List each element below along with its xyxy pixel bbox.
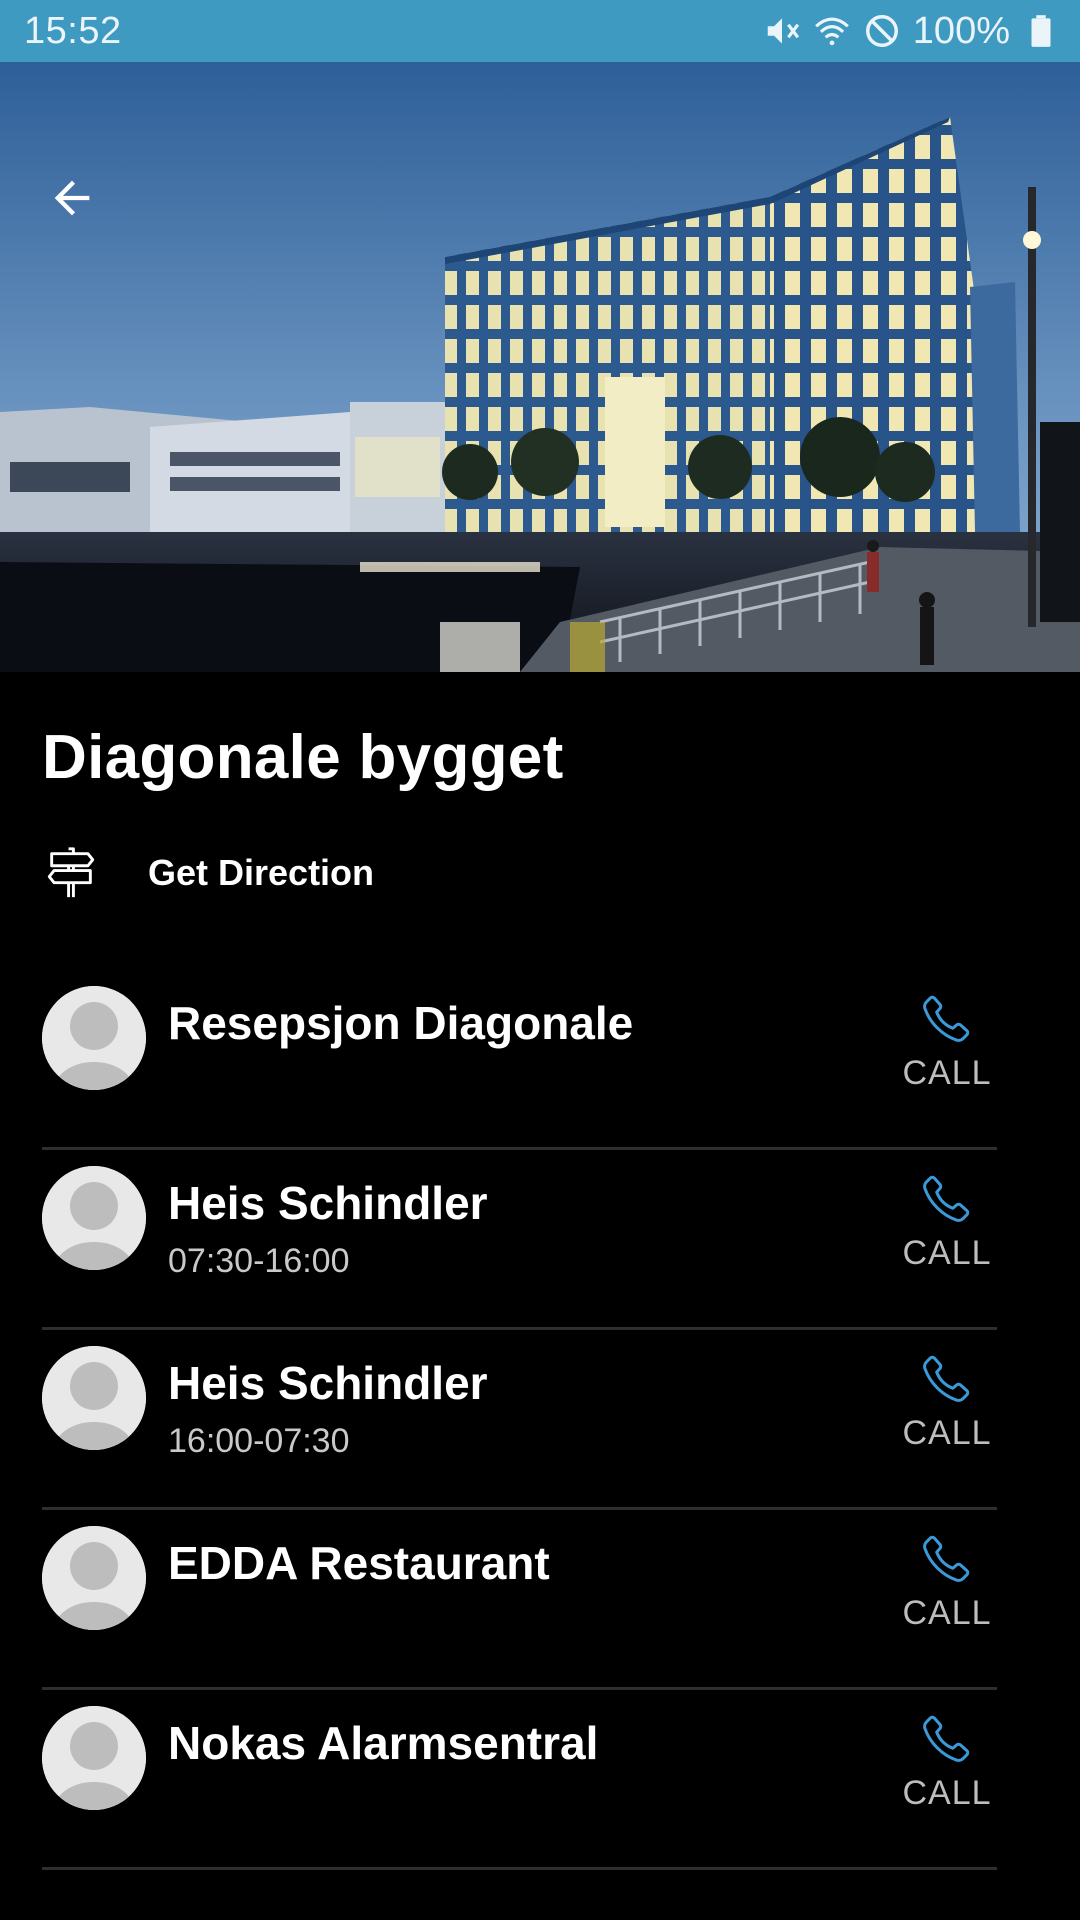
call-button[interactable]: CALL	[897, 1710, 997, 1820]
avatar	[42, 986, 146, 1090]
call-button[interactable]: CALL	[897, 990, 997, 1100]
phone-icon	[923, 1355, 970, 1402]
battery-level: 100%	[912, 9, 1010, 52]
contact-row: EDDA Restaurant CALL	[42, 1510, 997, 1690]
arrow-left-icon	[54, 180, 90, 216]
status-bar: 15:52 100%	[0, 0, 1080, 62]
get-direction-label: Get Direction	[148, 852, 375, 893]
back-button[interactable]	[36, 162, 108, 234]
building-photo	[0, 62, 1080, 672]
contact-name: EDDA Restaurant	[168, 1537, 550, 1589]
contact-hours: 16:00-07:30	[168, 1422, 350, 1460]
call-button[interactable]: CALL	[897, 1350, 997, 1460]
contact-name: Nokas Alarmsentral	[168, 1717, 599, 1769]
call-label: CALL	[902, 1774, 992, 1812]
avatar	[42, 1526, 146, 1630]
contact-row: Heis Schindler 07:30-16:00 CALL	[42, 1150, 997, 1330]
signpost-icon	[47, 847, 95, 898]
battery-icon	[1031, 15, 1051, 47]
phone-icon	[923, 1175, 970, 1222]
call-label: CALL	[902, 1594, 992, 1632]
contact-list: Resepsjon Diagonale CALL Heis Schindler …	[42, 970, 997, 1870]
status-icons: 100%	[763, 10, 1060, 53]
do-not-disturb-icon	[865, 15, 898, 47]
contact-row: Resepsjon Diagonale CALL	[42, 970, 997, 1150]
call-label: CALL	[902, 1234, 992, 1272]
contact-row: Nokas Alarmsentral CALL	[42, 1690, 997, 1870]
avatar	[42, 1346, 146, 1450]
call-label: CALL	[902, 1414, 992, 1452]
wifi-icon	[814, 17, 849, 46]
status-time: 15:52	[24, 9, 122, 52]
get-direction-button[interactable]: Get Direction	[42, 838, 374, 908]
call-button[interactable]: CALL	[897, 1170, 997, 1280]
contact-row: Heis Schindler 16:00-07:30 CALL	[42, 1330, 997, 1510]
phone-icon	[923, 995, 970, 1042]
call-label: CALL	[902, 1054, 992, 1092]
call-button[interactable]: CALL	[897, 1530, 997, 1640]
contact-name: Heis Schindler	[168, 1177, 488, 1229]
phone-icon	[923, 1715, 970, 1762]
contact-hours: 07:30-16:00	[168, 1242, 350, 1280]
contact-name: Heis Schindler	[168, 1357, 488, 1409]
phone-icon	[923, 1535, 970, 1582]
avatar	[42, 1706, 146, 1810]
avatar	[42, 1166, 146, 1270]
page-title: Diagonale bygget	[42, 723, 564, 792]
mute-icon	[767, 18, 799, 44]
contact-name: Resepsjon Diagonale	[168, 997, 634, 1049]
